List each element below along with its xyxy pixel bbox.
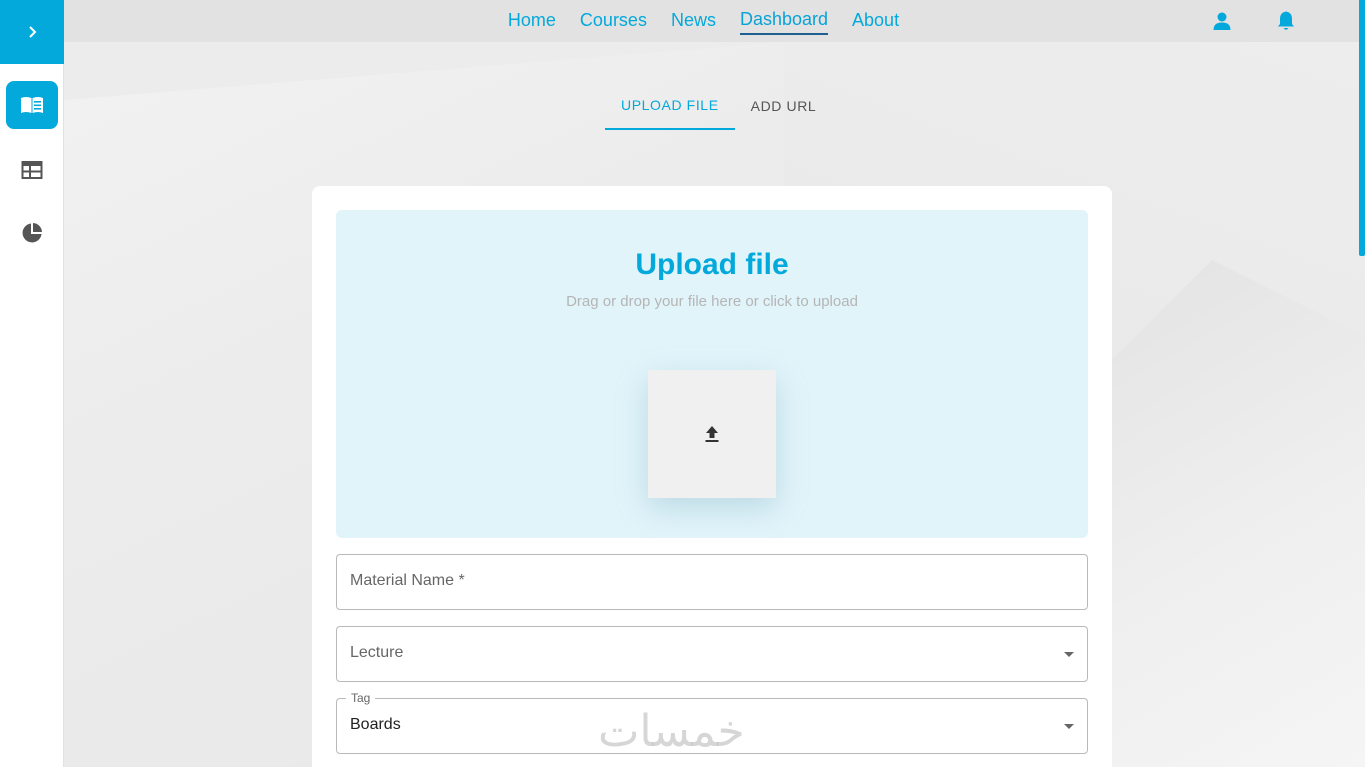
dropdown-arrow-icon [1064, 724, 1074, 729]
watermark-logo: خمسات [598, 706, 745, 757]
top-navbar: Home Courses News Dashboard About [64, 0, 1365, 42]
pie-chart-icon [22, 223, 42, 243]
material-name-input[interactable]: Material Name * [336, 554, 1088, 610]
upload-tabs: UPLOAD FILE ADD URL [605, 82, 832, 130]
chevron-right-icon [29, 26, 37, 38]
sidebar-item-table[interactable] [6, 146, 58, 194]
dropdown-arrow-icon [1064, 652, 1074, 657]
sidebar-toggle-button[interactable] [0, 0, 64, 64]
bell-icon [1278, 11, 1294, 30]
tag-label: Tag [346, 691, 376, 705]
lecture-label: Lecture [350, 644, 404, 661]
notifications-button[interactable] [1274, 9, 1298, 33]
user-button[interactable] [1210, 9, 1234, 33]
book-open-icon [21, 97, 43, 113]
table-layout-icon [21, 161, 43, 179]
upload-card: Upload file Drag or drop your file here … [312, 186, 1112, 767]
tab-upload-file[interactable]: UPLOAD FILE [605, 82, 735, 130]
user-icon [1213, 12, 1231, 30]
main-nav: Home Courses News Dashboard About [64, 0, 1365, 42]
dropzone-title: Upload file [635, 248, 789, 281]
upload-icon [705, 426, 719, 442]
dropzone-subtitle: Drag or drop your file here or click to … [566, 293, 858, 310]
upload-button[interactable] [648, 370, 776, 498]
nav-link-home[interactable]: Home [508, 8, 556, 34]
sidebar-item-materials[interactable] [6, 81, 58, 129]
scrollbar-thumb[interactable] [1359, 0, 1365, 256]
nav-link-news[interactable]: News [671, 8, 716, 34]
tab-add-url[interactable]: ADD URL [735, 82, 833, 130]
background-shape [1110, 260, 1365, 767]
lecture-select[interactable]: Lecture [336, 626, 1088, 682]
file-dropzone[interactable]: Upload file Drag or drop your file here … [336, 210, 1088, 538]
nav-link-courses[interactable]: Courses [580, 8, 647, 34]
sidebar-item-analytics[interactable] [6, 209, 58, 257]
sidebar [0, 0, 64, 767]
nav-link-dashboard[interactable]: Dashboard [739, 7, 829, 35]
nav-link-about[interactable]: About [852, 8, 899, 34]
tag-value: Boards [350, 716, 401, 733]
material-name-label: Material Name * [350, 572, 465, 589]
